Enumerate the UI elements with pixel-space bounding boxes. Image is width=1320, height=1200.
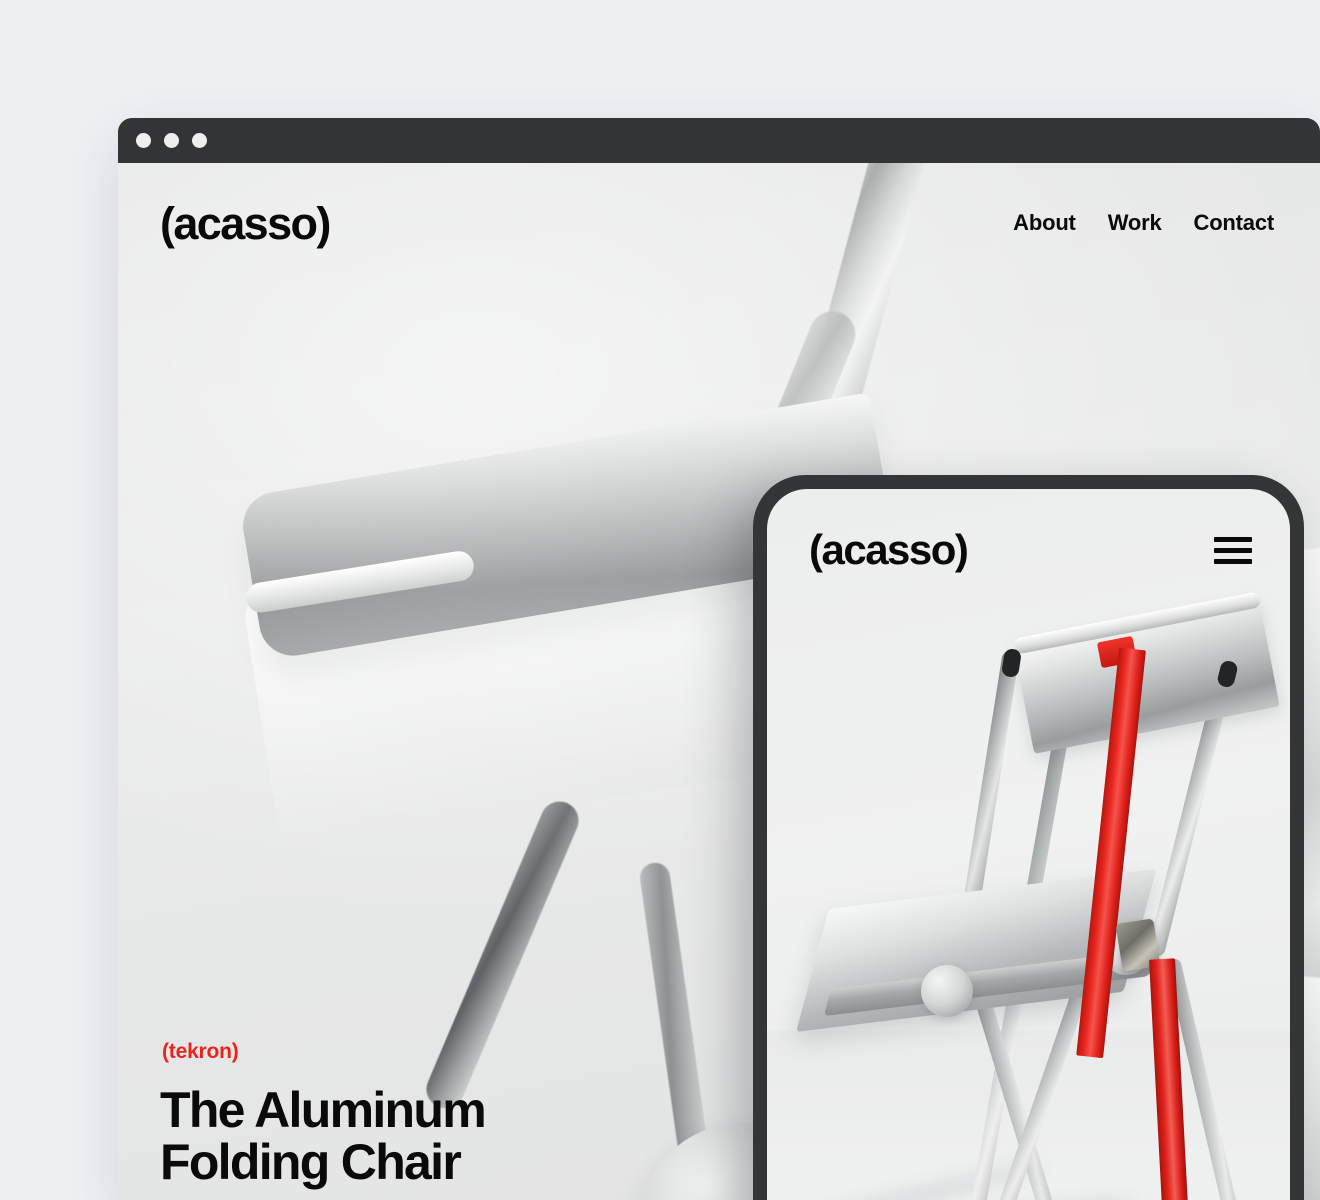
phone-mockup: tekron (acasso) xyxy=(753,475,1304,1200)
close-dot[interactable] xyxy=(136,133,151,148)
nav-link-about[interactable]: About xyxy=(1013,210,1076,236)
screenshot-stage: (acasso) About Work Contact (tekron) The… xyxy=(0,0,1320,1200)
background-strut-right xyxy=(638,860,710,1163)
phone-screen: tekron (acasso) xyxy=(767,489,1290,1200)
hero-title: The Aluminum Folding Chair xyxy=(160,1084,630,1200)
site-logo[interactable]: (acasso) xyxy=(160,201,331,246)
hamburger-line-2 xyxy=(1214,547,1252,553)
main-nav: About Work Contact xyxy=(1013,210,1274,236)
chair-pivot-hub-left xyxy=(921,965,973,1017)
hero-eyebrow: (tekron) xyxy=(162,1040,239,1063)
site-header: (acasso) About Work Contact xyxy=(118,163,1320,283)
maximize-dot[interactable] xyxy=(192,133,207,148)
nav-link-contact[interactable]: Contact xyxy=(1194,210,1275,236)
site-viewport: (acasso) About Work Contact (tekron) The… xyxy=(118,163,1320,1200)
browser-titlebar xyxy=(118,118,1320,163)
hamburger-line-1 xyxy=(1214,536,1252,542)
nav-link-work[interactable]: Work xyxy=(1108,210,1162,236)
browser-window: (acasso) About Work Contact (tekron) The… xyxy=(118,118,1320,1200)
minimize-dot[interactable] xyxy=(164,133,179,148)
phone-site-logo[interactable]: (acasso) xyxy=(809,529,969,571)
hamburger-line-3 xyxy=(1214,558,1252,564)
hero-copy: (tekron) The Aluminum Folding Chair xyxy=(160,1041,630,1200)
phone-site-header: (acasso) xyxy=(767,489,1290,611)
hamburger-menu-icon[interactable] xyxy=(1214,536,1252,564)
hero-title-line-1: The Aluminum xyxy=(160,1082,487,1138)
hero-title-line-2: Folding Chair xyxy=(160,1134,462,1190)
